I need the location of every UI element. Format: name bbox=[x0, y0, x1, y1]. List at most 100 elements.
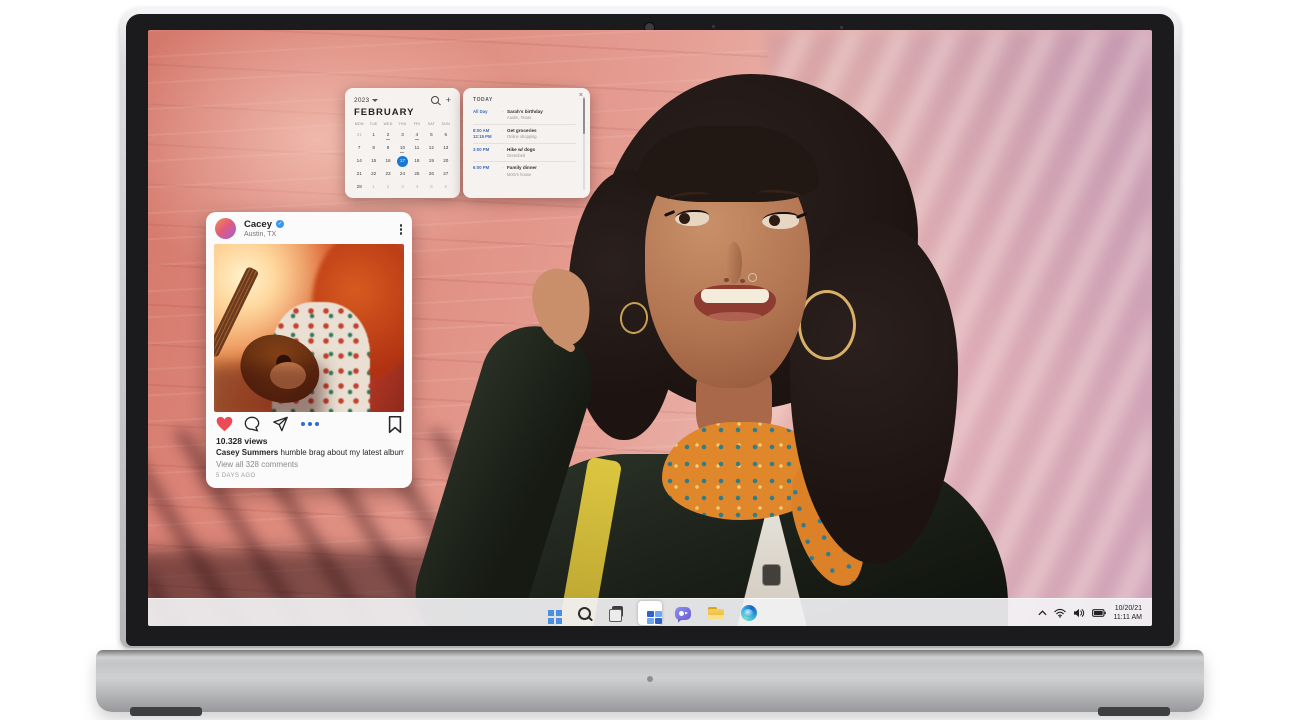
calendar-day-cell[interactable]: 14 bbox=[352, 155, 366, 167]
calendar-day-cell[interactable]: 4 bbox=[410, 129, 424, 141]
calendar-day-cell[interactable]: 18 bbox=[410, 155, 424, 167]
calendar-day-cell[interactable]: 2 bbox=[381, 181, 395, 193]
agenda-item-time: All Day bbox=[473, 109, 488, 114]
calendar-day-cell[interactable]: 3 bbox=[395, 181, 409, 193]
post-photo-ukulele[interactable] bbox=[214, 244, 404, 412]
calendar-day-cell[interactable]: 20 bbox=[439, 155, 453, 167]
calendar-day-cell[interactable]: 24 bbox=[395, 168, 409, 180]
agenda-title: TODAY bbox=[473, 97, 493, 103]
lid-notch bbox=[647, 676, 653, 682]
calendar-day-cell[interactable]: 25 bbox=[410, 168, 424, 180]
tray-time: 11:11 AM bbox=[1113, 614, 1142, 621]
calendar-day-cell[interactable]: 13 bbox=[439, 142, 453, 154]
calendar-selected-day[interactable]: 17 bbox=[395, 155, 409, 167]
battery-icon[interactable] bbox=[1092, 609, 1107, 617]
eye bbox=[762, 212, 799, 229]
agenda-widget[interactable]: × TODAY All Day · Sarah's birthday Austin, … bbox=[463, 88, 590, 198]
desktop-screen: 2023 + FEBRUARY MON TUE WED THU FRI SAT SUN 31 1… bbox=[148, 30, 1152, 626]
post-username[interactable]: Cacey bbox=[244, 219, 272, 230]
wifi-icon[interactable] bbox=[1054, 608, 1067, 618]
tray-clock[interactable]: 10/20/21 11:11 AM bbox=[1113, 604, 1142, 623]
edge-button[interactable] bbox=[737, 601, 761, 625]
calendar-day-cell[interactable]: 28 bbox=[352, 181, 366, 193]
calendar-weekday-header: WED bbox=[383, 122, 393, 126]
post-views: 10.328 views bbox=[216, 436, 268, 446]
agenda-item[interactable]: 8:00 AM 12:15 PM · Get groceries Online shop… bbox=[473, 125, 576, 144]
calendar-day-cell[interactable]: 5 bbox=[424, 181, 438, 193]
calendar-day-cell[interactable]: 27 bbox=[439, 168, 453, 180]
calendar-day-cell[interactable]: 4 bbox=[410, 181, 424, 193]
agenda-item[interactable]: All Day · Sarah's birthday Austin, Texas bbox=[473, 106, 576, 125]
agenda-item-subtitle: Greenbelt bbox=[507, 153, 525, 158]
calendar-grid: MON TUE WED THU FRI SAT SUN 31 1 2 3 4 5 6 7 8 9 10 11 12 13… bbox=[352, 121, 453, 193]
widgets-button[interactable] bbox=[638, 601, 662, 625]
agenda-item[interactable]: 3:00 PM · Hike w/ dogs Greenbelt bbox=[473, 144, 576, 163]
more-options-icon[interactable] bbox=[399, 224, 402, 227]
calendar-day-cell[interactable]: 7 bbox=[352, 142, 366, 154]
view-comments-link[interactable]: View all 328 comments bbox=[216, 460, 298, 469]
calendar-day-cell[interactable]: 6 bbox=[439, 129, 453, 141]
calendar-weekday-header: THU bbox=[398, 122, 407, 126]
calendar-day-cell[interactable]: 15 bbox=[366, 155, 380, 167]
post-author[interactable]: Casey Summers bbox=[216, 448, 278, 457]
search-button[interactable] bbox=[572, 601, 596, 625]
chat-button[interactable] bbox=[671, 601, 695, 625]
agenda-item-bullet: · bbox=[502, 127, 504, 133]
laptop-product-photo: 2023 + FEBRUARY MON TUE WED THU FRI SAT SUN 31 1… bbox=[0, 0, 1300, 720]
calendar-day-cell[interactable]: 19 bbox=[424, 155, 438, 167]
carousel-dots-indicator bbox=[301, 422, 305, 426]
nostril bbox=[740, 279, 745, 283]
like-heart-icon[interactable] bbox=[216, 416, 233, 432]
calendar-day-cell[interactable]: 5 bbox=[424, 129, 438, 141]
bookmark-icon[interactable] bbox=[388, 416, 402, 433]
social-post-card[interactable]: Cacey ✓ Austin, TX 10.328 views Casey Su… bbox=[206, 212, 412, 488]
avatar[interactable] bbox=[215, 218, 236, 239]
calendar-day-cell[interactable]: 23 bbox=[381, 168, 395, 180]
agenda-scrollbar[interactable] bbox=[582, 96, 585, 190]
calendar-year-dropdown[interactable]: 2023 bbox=[354, 97, 369, 104]
share-icon[interactable] bbox=[272, 416, 289, 432]
hoop-earring-right bbox=[798, 290, 856, 360]
agenda-item-bullet: · bbox=[502, 165, 504, 171]
calendar-day-cell[interactable]: 11 bbox=[410, 142, 424, 154]
calendar-day-cell[interactable]: 21 bbox=[352, 168, 366, 180]
calendar-day-cell[interactable]: 2 bbox=[381, 129, 395, 141]
calendar-day-cell[interactable]: 1 bbox=[366, 181, 380, 193]
chevron-up-icon[interactable] bbox=[1038, 610, 1047, 616]
agenda-item-time: 8:00 AM 12:15 PM bbox=[473, 127, 492, 139]
agenda-item[interactable]: 6:00 PM · Family dinner Mom's house bbox=[473, 162, 576, 180]
calendar-day-cell[interactable]: 31 bbox=[352, 129, 366, 141]
post-location[interactable]: Austin, TX bbox=[244, 231, 276, 238]
system-tray[interactable]: 10/20/21 11:11 AM bbox=[1038, 599, 1142, 626]
calendar-day-cell[interactable]: 1 bbox=[366, 129, 380, 141]
calendar-day-cell[interactable]: 22 bbox=[366, 168, 380, 180]
verified-badge-icon: ✓ bbox=[276, 220, 284, 228]
post-header: Cacey ✓ Austin, TX bbox=[206, 212, 412, 244]
microphone-dot bbox=[840, 26, 843, 29]
task-view-button[interactable] bbox=[605, 601, 629, 625]
calendar-day-cell[interactable]: 8 bbox=[366, 142, 380, 154]
calendar-day-cell[interactable]: 6 bbox=[439, 181, 453, 193]
file-explorer-button[interactable] bbox=[704, 601, 728, 625]
calendar-weekday-header: MON bbox=[354, 122, 364, 126]
post-age: 5 DAYS AGO bbox=[216, 473, 256, 479]
calendar-day-cell[interactable]: 3 bbox=[395, 129, 409, 141]
calendar-widget[interactable]: 2023 + FEBRUARY MON TUE WED THU FRI SAT SUN 31 1… bbox=[345, 88, 460, 198]
calendar-day-cell[interactable]: 10 bbox=[395, 142, 409, 154]
add-event-button[interactable]: + bbox=[446, 96, 451, 105]
search-icon[interactable] bbox=[430, 96, 439, 104]
calendar-weekday-header: FRI bbox=[413, 122, 421, 126]
calendar-month-label: FEBRUARY bbox=[354, 107, 415, 118]
start-button[interactable] bbox=[539, 601, 563, 625]
eye bbox=[675, 210, 709, 226]
comment-icon[interactable] bbox=[244, 416, 260, 432]
calendar-day-cell[interactable]: 16 bbox=[381, 155, 395, 167]
agenda-item-bullet: · bbox=[502, 146, 504, 152]
necklace-pendant bbox=[762, 564, 781, 586]
calendar-day-cell[interactable]: 9 bbox=[381, 142, 395, 154]
tray-date: 10/20/21 bbox=[1114, 604, 1142, 612]
volume-icon[interactable] bbox=[1073, 608, 1085, 618]
calendar-day-cell[interactable]: 12 bbox=[424, 142, 438, 154]
photo-shadow bbox=[214, 364, 324, 412]
calendar-day-cell[interactable]: 26 bbox=[424, 168, 438, 180]
